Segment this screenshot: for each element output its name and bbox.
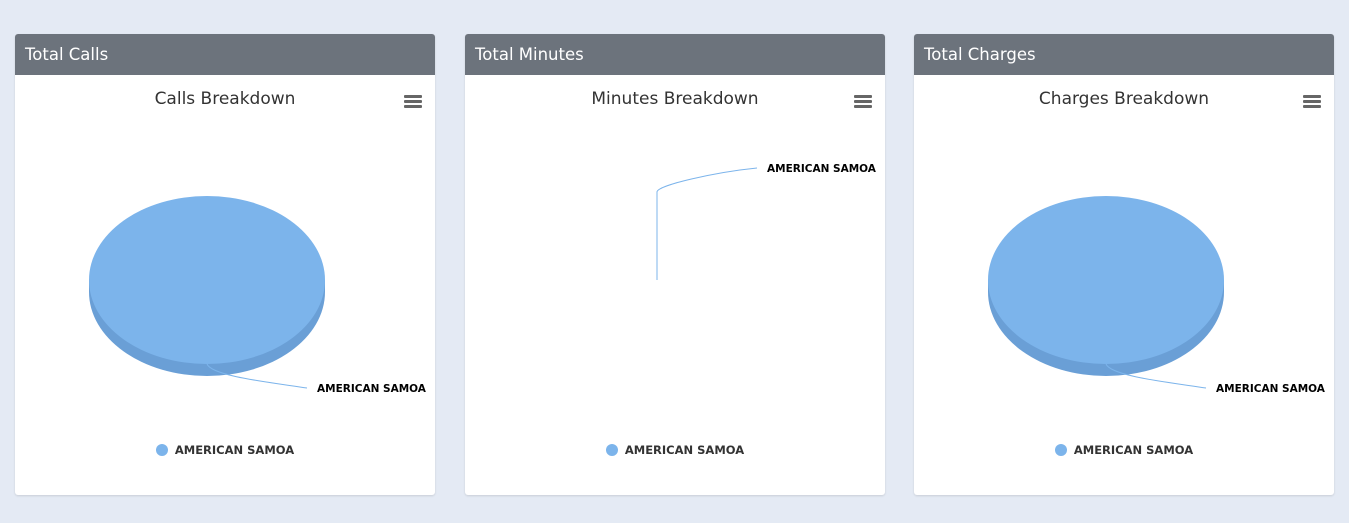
pie-chart-svg: AMERICAN SAMOA — [988, 196, 1326, 395]
total-minutes-panel: Total Minutes AMERICAN SAMOA Minutes Bre… — [465, 34, 885, 495]
legend-label: AMERICAN SAMOA — [624, 442, 745, 457]
legend-item[interactable]: AMERICAN SAMOA — [155, 442, 295, 457]
hamburger-menu-icon[interactable] — [1303, 95, 1321, 109]
legend-dot-icon — [1054, 443, 1067, 456]
legend-dot-icon — [155, 443, 168, 456]
legend-label: AMERICAN SAMOA — [1073, 442, 1194, 457]
legend-label: AMERICAN SAMOA — [174, 442, 295, 457]
chart-legend: AMERICAN SAMOA — [465, 442, 885, 457]
data-label: AMERICAN SAMOA — [317, 383, 427, 395]
legend-item[interactable]: AMERICAN SAMOA — [1054, 442, 1194, 457]
legend-item[interactable]: AMERICAN SAMOA — [605, 442, 745, 457]
panel-header: Total Charges — [914, 34, 1334, 75]
minutes-breakdown-chart: AMERICAN SAMOA Minutes Breakdown AMERICA… — [465, 75, 885, 495]
chart-legend: AMERICAN SAMOA — [15, 442, 435, 457]
data-label-connector — [656, 167, 758, 280]
hamburger-menu-icon[interactable] — [404, 95, 422, 109]
data-label: AMERICAN SAMOA — [767, 163, 877, 175]
charges-breakdown-chart: AMERICAN SAMOA Charges Breakdown AMERICA… — [914, 75, 1334, 495]
calls-breakdown-chart: AMERICAN SAMOA Calls Breakdown AMERICAN … — [15, 75, 435, 495]
chart-title: Minutes Breakdown — [591, 89, 759, 109]
pie-chart-svg: AMERICAN SAMOA — [89, 196, 427, 395]
total-charges-panel: Total Charges AMERICAN SAMOA Charges Bre… — [914, 34, 1334, 495]
panel-header: Total Calls — [15, 34, 435, 75]
panel-header: Total Minutes — [465, 34, 885, 75]
legend-dot-icon — [605, 443, 618, 456]
data-label: AMERICAN SAMOA — [1216, 383, 1326, 395]
chart-legend: AMERICAN SAMOA — [914, 442, 1334, 457]
hamburger-menu-icon[interactable] — [854, 95, 872, 109]
chart-title: Calls Breakdown — [154, 89, 296, 109]
pie-chart-svg: AMERICAN SAMOA — [656, 163, 877, 280]
chart-title: Charges Breakdown — [1038, 89, 1210, 109]
pie-slice — [89, 196, 325, 364]
total-calls-panel: Total Calls AMERICAN SAMOA Calls Breakdo… — [15, 34, 435, 495]
pie-slice — [988, 196, 1224, 364]
